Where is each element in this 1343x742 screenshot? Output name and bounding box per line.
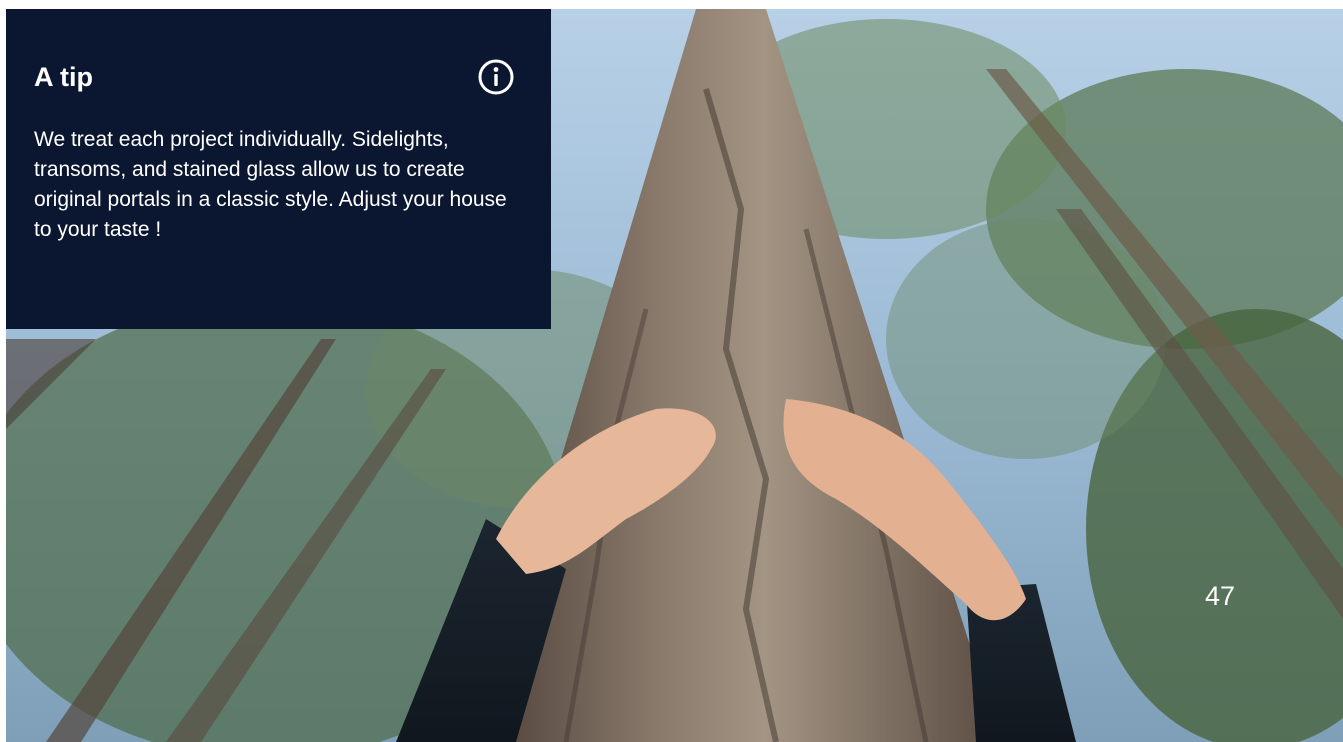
tip-body: We treat each project individually. Side… <box>34 128 507 241</box>
page-number: 47 <box>1205 581 1236 611</box>
tip-title: A tip <box>34 62 93 92</box>
info-icon <box>478 59 514 95</box>
tip-panel: A tip We treat each project individually… <box>6 9 551 329</box>
